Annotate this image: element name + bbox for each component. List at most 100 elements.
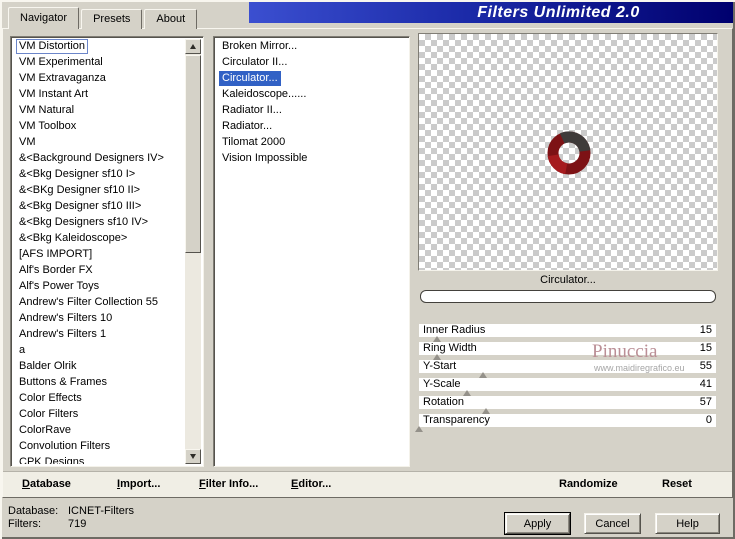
category-item[interactable]: &<Bkg Kaleidoscope>	[13, 231, 185, 247]
preview-progress-bar	[420, 290, 716, 303]
category-item[interactable]: Color Filters	[13, 407, 185, 423]
cancel-button[interactable]: Cancel	[584, 513, 641, 534]
category-scrollbar[interactable]	[185, 39, 201, 464]
apply-button[interactable]: Apply	[505, 513, 570, 534]
filter-item[interactable]: Vision Impossible	[216, 151, 407, 167]
scrollbar-thumb[interactable]	[185, 55, 201, 253]
category-item[interactable]: VM Experimental	[13, 55, 185, 71]
slider-thumb[interactable]	[432, 354, 441, 360]
category-item[interactable]: Balder Olrik	[13, 359, 185, 375]
editor-button[interactable]: Editor...	[291, 478, 331, 490]
category-item[interactable]: Alf's Power Toys	[13, 279, 185, 295]
category-item-label: Convolution Filters	[19, 440, 111, 452]
category-item[interactable]: Andrew's Filters 1	[13, 327, 185, 343]
bottom-toolbar: Database Import... Filter Info... Editor…	[3, 471, 732, 497]
category-item[interactable]: VM Distortion	[13, 39, 185, 55]
randomize-button[interactable]: Randomize	[559, 478, 618, 490]
filter-item[interactable]: Circulator II...	[216, 55, 407, 71]
filter-item[interactable]: Kaleidoscope......	[216, 87, 407, 103]
filter-item-label: Circulator II...	[222, 56, 288, 68]
slider-thumb[interactable]	[432, 336, 441, 342]
param-value: 57	[699, 396, 712, 408]
param-label: Ring Width	[423, 342, 477, 354]
import-button[interactable]: Import...	[117, 478, 160, 490]
category-item-label: VM Distortion	[16, 39, 89, 54]
param-slider[interactable]	[419, 390, 716, 396]
param-label: Transparency	[423, 414, 490, 426]
param-row: Rotation 57	[419, 396, 716, 409]
category-item[interactable]: CPK Designs	[13, 455, 185, 464]
category-item[interactable]: Andrew's Filters 10	[13, 311, 185, 327]
category-item[interactable]: Andrew's Filter Collection 55	[13, 295, 185, 311]
database-status-label: Database:	[8, 505, 59, 517]
category-item[interactable]: Buttons & Frames	[13, 375, 185, 391]
filter-item[interactable]: Radiator...	[216, 119, 407, 135]
parameters: Inner Radius 15 Ring Width 15 Y-Start 55 Y-Sca…	[415, 324, 716, 432]
filter-item[interactable]: Tilomat 2000	[216, 135, 407, 151]
category-item[interactable]: Convolution Filters	[13, 439, 185, 455]
category-item[interactable]: &<Bkg Designer sf10 I>	[13, 167, 185, 183]
filters-unlimited-dialog: { "title_banner": "Filters Unlimited 2.0…	[0, 0, 735, 539]
database-button[interactable]: Database	[22, 478, 71, 490]
category-item-label: &<Bkg Designers sf10 IV>	[19, 216, 149, 228]
category-item[interactable]: &<BKg Designer sf10 II>	[13, 183, 185, 199]
help-button[interactable]: Help	[655, 513, 720, 534]
scrollbar-up-button[interactable]	[185, 39, 201, 54]
filter-list: Broken Mirror... Circulator II... Circulat…	[216, 39, 407, 464]
category-item-label: Andrew's Filters 1	[19, 328, 107, 340]
param-slider[interactable]	[419, 372, 716, 378]
database-status-value: ICNET-Filters	[68, 505, 134, 517]
param-slider[interactable]	[419, 336, 716, 342]
category-item-label: Alf's Power Toys	[19, 280, 100, 292]
reset-button[interactable]: Reset	[662, 478, 692, 490]
filter-item[interactable]: Circulator...	[216, 71, 407, 87]
preview-panel	[418, 33, 718, 271]
slider-thumb[interactable]	[481, 408, 490, 414]
category-item-label: &<BKg Designer sf10 II>	[19, 184, 141, 196]
filter-item-label: Vision Impossible	[222, 152, 308, 164]
scrollbar-down-button[interactable]	[185, 449, 201, 464]
category-item-label: &<Background Designers IV>	[19, 152, 164, 164]
param-slider[interactable]	[419, 408, 716, 414]
category-item-label: [AFS IMPORT]	[19, 248, 93, 260]
filter-item-label: Kaleidoscope......	[222, 88, 307, 100]
tab-about[interactable]: About	[144, 9, 198, 29]
category-item[interactable]: VM Extravaganza	[13, 71, 185, 87]
category-item-label: &<Bkg Designer sf10 I>	[19, 168, 136, 180]
category-item[interactable]: ColorRave	[13, 423, 185, 439]
slider-thumb[interactable]	[462, 390, 471, 396]
param-row: Y-Start 55	[419, 360, 716, 373]
filters-count-value: 719	[68, 518, 87, 530]
filter-info-button[interactable]: Filter Info...	[199, 478, 258, 490]
category-item-label: Alf's Border FX	[19, 264, 93, 276]
category-item[interactable]: &<Bkg Designer sf10 III>	[13, 199, 185, 215]
tab-navigator[interactable]: Navigator	[8, 7, 80, 29]
tab-presets[interactable]: Presets	[81, 9, 143, 29]
filter-item-label: Broken Mirror...	[222, 40, 298, 52]
param-value: 41	[699, 378, 712, 390]
param-row: Transparency 0	[419, 414, 716, 427]
param-slider[interactable]	[415, 426, 716, 432]
category-item-label: VM Experimental	[19, 56, 103, 68]
category-item-label: &<Bkg Kaleidoscope>	[19, 232, 128, 244]
category-item[interactable]: VM	[13, 135, 185, 151]
category-item[interactable]: &<Bkg Designers sf10 IV>	[13, 215, 185, 231]
category-item[interactable]: a	[13, 343, 185, 359]
slider-thumb[interactable]	[479, 372, 488, 378]
param-label: Y-Start	[423, 360, 457, 372]
filter-item-label: Radiator II...	[222, 104, 282, 116]
category-item[interactable]: Alf's Border FX	[13, 263, 185, 279]
filter-item[interactable]: Broken Mirror...	[216, 39, 407, 55]
category-item[interactable]: VM Natural	[13, 103, 185, 119]
category-item[interactable]: VM Toolbox	[13, 119, 185, 135]
param-label: Rotation	[423, 396, 464, 408]
category-item[interactable]: [AFS IMPORT]	[13, 247, 185, 263]
category-item[interactable]: Color Effects	[13, 391, 185, 407]
category-item[interactable]: &<Background Designers IV>	[13, 151, 185, 167]
filter-item[interactable]: Radiator II...	[216, 103, 407, 119]
slider-thumb[interactable]	[415, 426, 423, 432]
filter-panel: Broken Mirror... Circulator II... Circulat…	[213, 36, 410, 467]
param-slider[interactable]	[419, 354, 716, 360]
category-item-label: a	[19, 344, 26, 356]
category-item[interactable]: VM Instant Art	[13, 87, 185, 103]
